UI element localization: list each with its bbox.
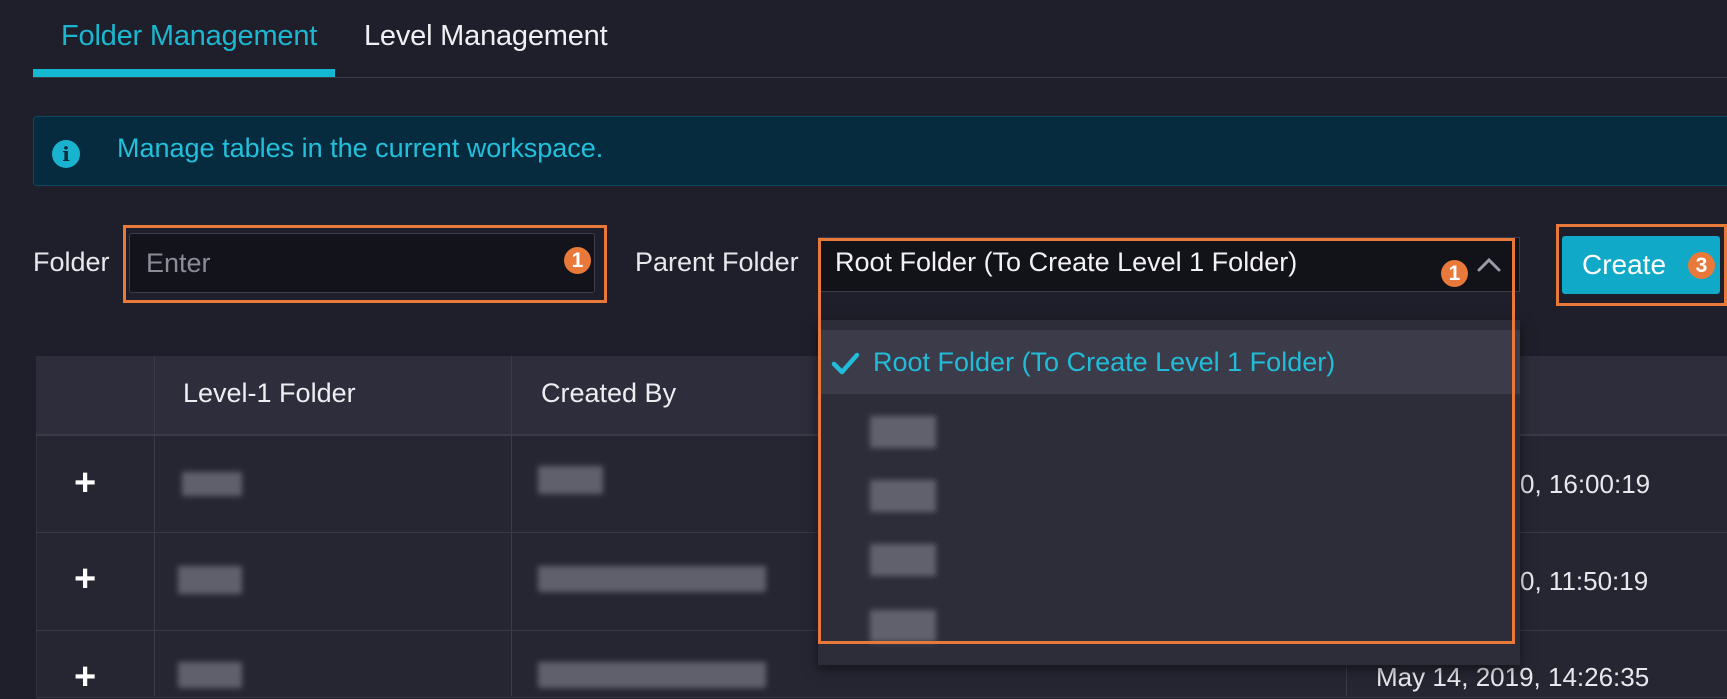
created-time: May 14, 2019, 14:26:35 (1376, 662, 1650, 692)
annotation-highlight-parent-folder (818, 238, 1515, 644)
folder-label: Folder (33, 247, 110, 277)
info-banner-text: Manage tables in the current workspace. (117, 133, 604, 163)
annotation-badge: 1 (564, 247, 591, 274)
active-tab-indicator (33, 69, 335, 77)
tab-level-management[interactable]: Level Management (364, 20, 608, 53)
column-divider (511, 356, 512, 696)
created-time: 0, 16:00:19 (1520, 469, 1651, 499)
folder-name-redacted (178, 566, 242, 594)
annotation-badge: 3 (1688, 252, 1715, 279)
column-divider (154, 356, 155, 696)
created-by-redacted (538, 662, 766, 688)
expand-row-button[interactable]: + (74, 656, 96, 699)
header-level1-folder[interactable]: Level-1 Folder (183, 378, 356, 409)
tab-folder-management[interactable]: Folder Management (61, 20, 317, 53)
created-by-redacted (538, 566, 766, 592)
created-by-redacted (538, 466, 603, 494)
folder-name-redacted (178, 662, 242, 688)
folder-name-redacted (182, 472, 242, 496)
info-icon: i (52, 140, 80, 168)
annotation-badge: 1 (1441, 260, 1468, 287)
parent-folder-label: Parent Folder (635, 247, 799, 277)
expand-row-button[interactable]: + (74, 558, 96, 601)
annotation-highlight-folder (123, 225, 607, 303)
header-created-by[interactable]: Created By (541, 378, 676, 409)
expand-row-button[interactable]: + (74, 462, 96, 505)
tabs-divider (33, 77, 1727, 78)
created-time: 0, 11:50:19 (1520, 566, 1649, 596)
